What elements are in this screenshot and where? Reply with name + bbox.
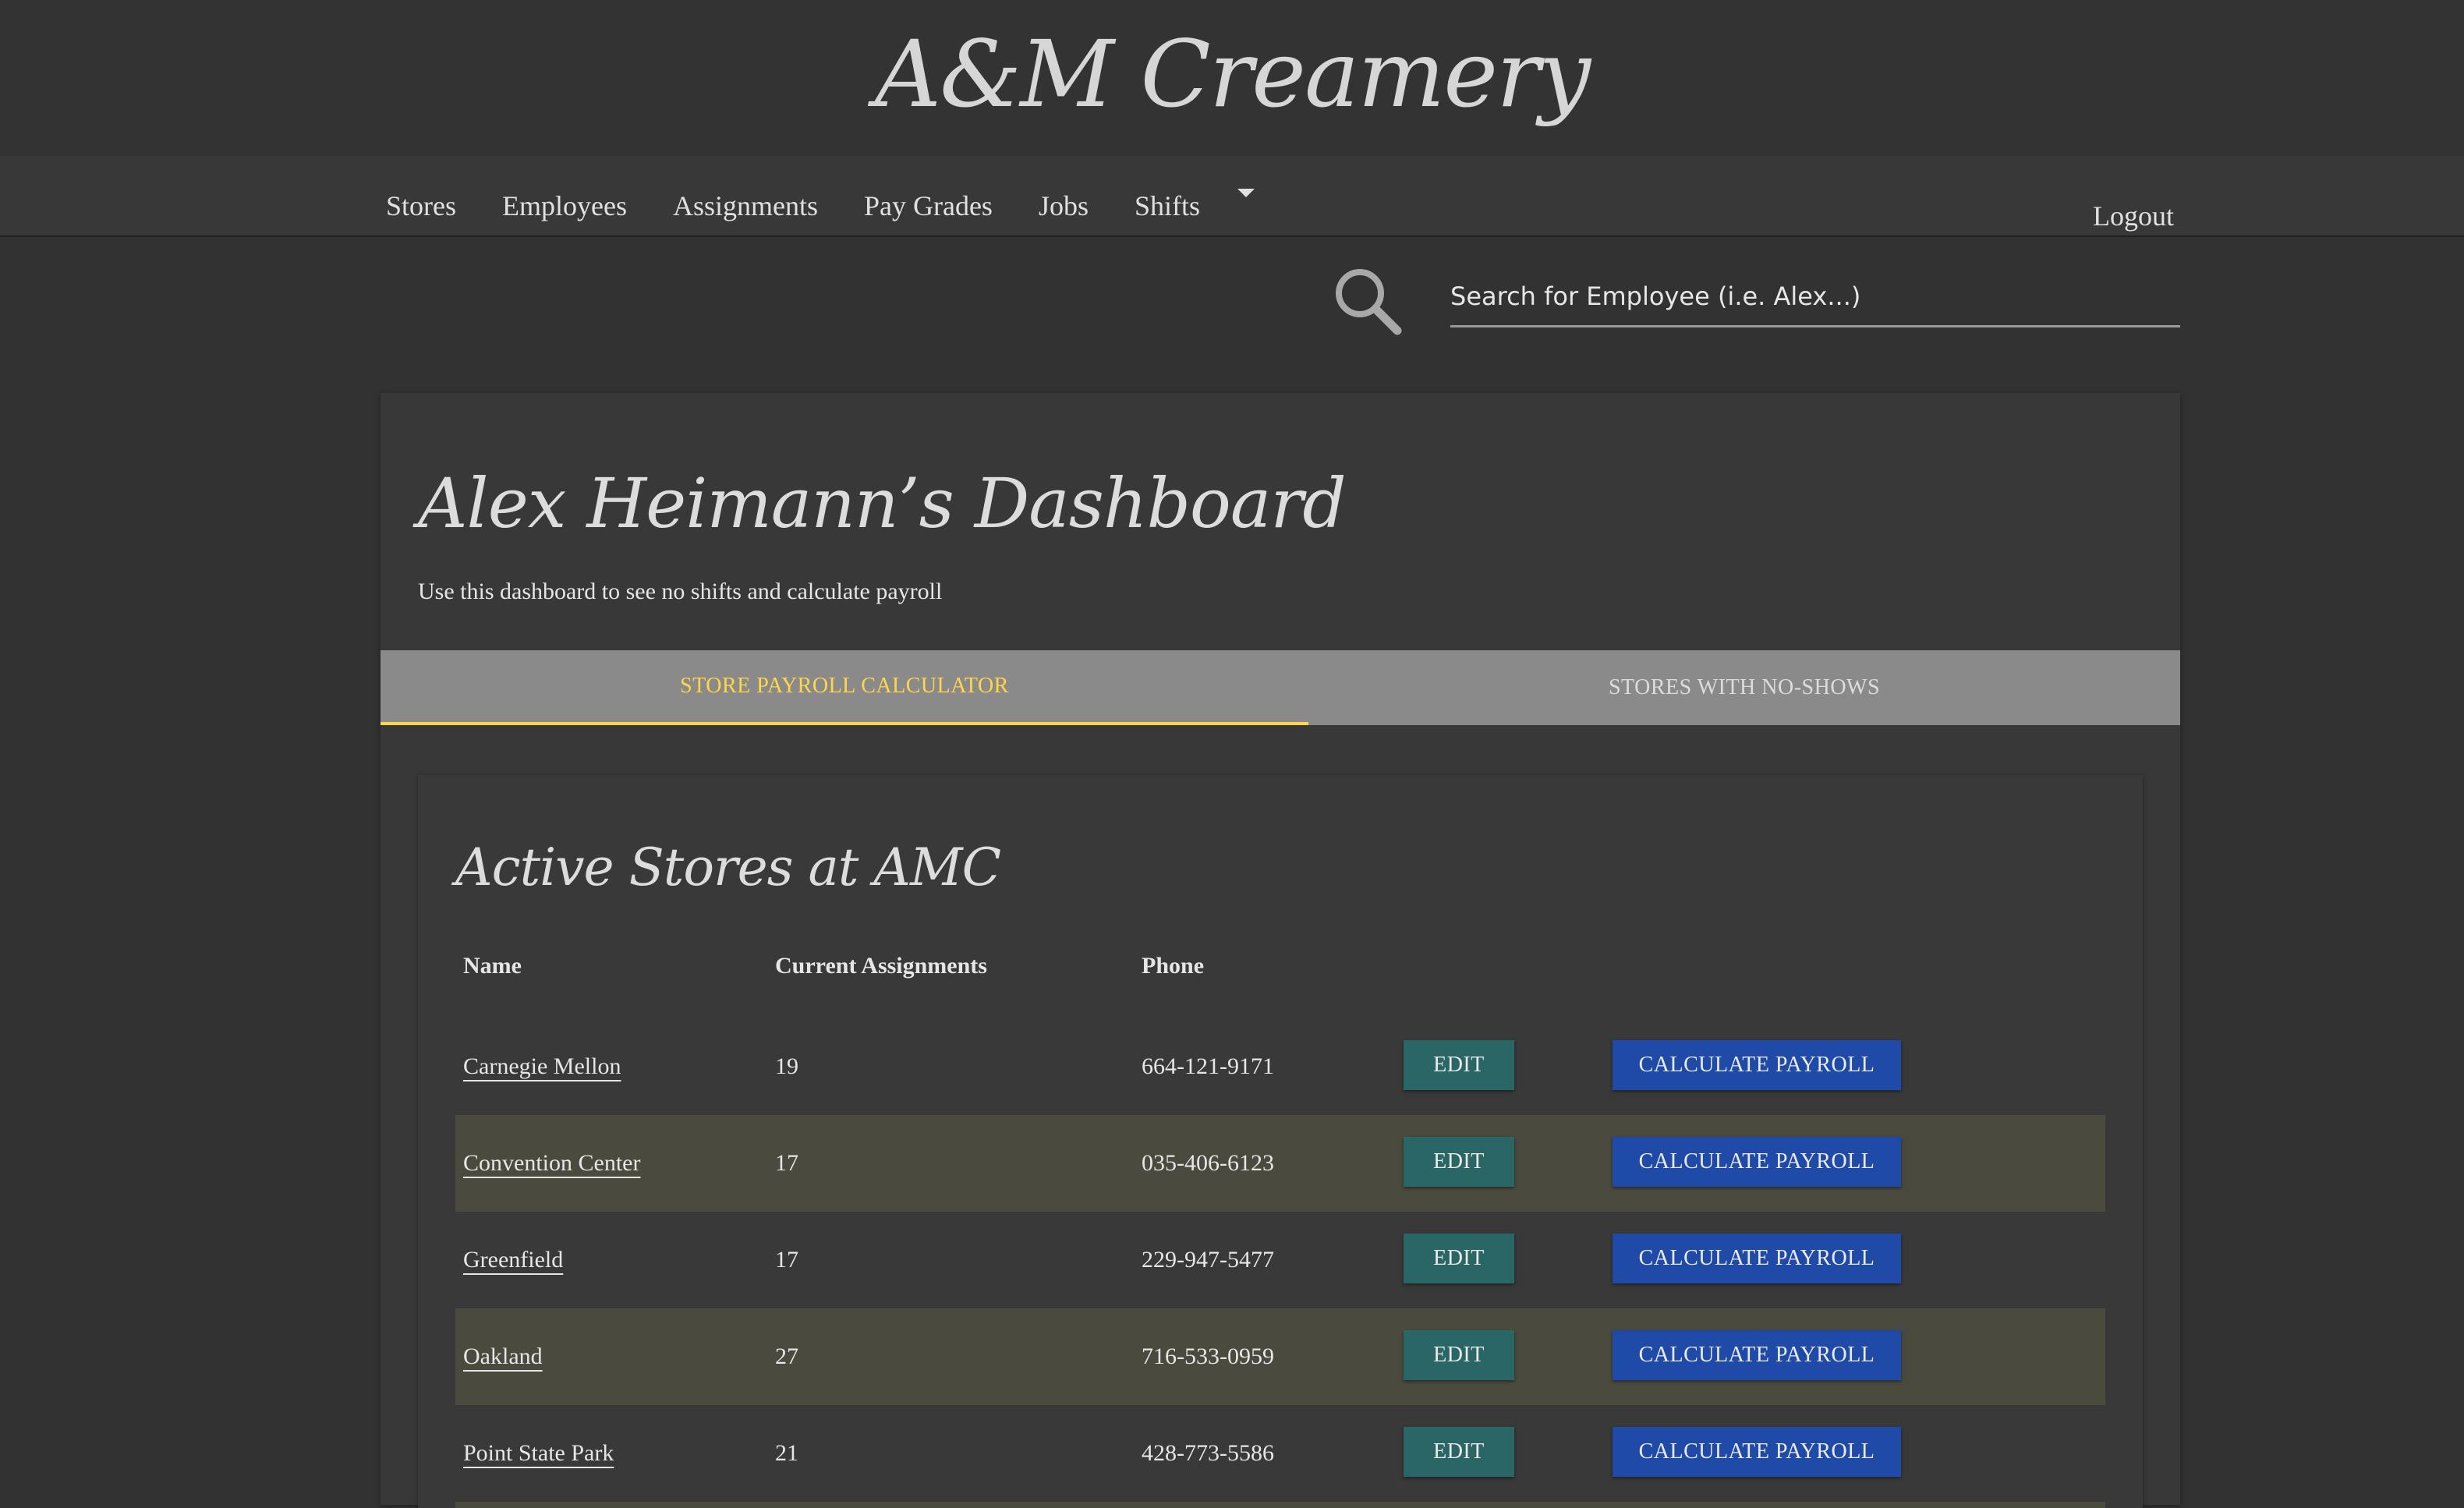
calculate-payroll-button[interactable]: CALCULATE PAYROLL: [1613, 1427, 1901, 1477]
employee-search-input[interactable]: [1450, 267, 2180, 327]
store-phone: 229-947-5477: [1142, 1247, 1274, 1273]
nav-item-pay-grades[interactable]: Pay Grades: [864, 169, 993, 222]
tab-stores-with-no-shows[interactable]: STORES WITH NO-SHOWS: [1308, 650, 2180, 725]
site-header: A&M Creamery: [0, 0, 2464, 156]
page-subtitle: Use this dashboard to see no shifts and …: [418, 579, 943, 604]
assignments-count: 19: [775, 1053, 798, 1079]
column-header-assignments: Current Assignments: [775, 953, 987, 979]
assignments-count: 17: [775, 1150, 798, 1176]
assignments-count: 17: [775, 1247, 798, 1273]
store-phone: 664-121-9171: [1142, 1053, 1274, 1079]
nav-links: Stores Employees Assignments Pay Grades …: [386, 156, 1255, 235]
table-row: Oakland 27 716-533-0959 EDIT CALCULATE P…: [455, 1308, 2105, 1405]
nav-item-stores[interactable]: Stores: [386, 169, 456, 222]
navbar: Stores Employees Assignments Pay Grades …: [0, 156, 2464, 237]
store-name-link[interactable]: Greenfield: [463, 1247, 563, 1273]
tab-store-payroll-calculator[interactable]: STORE PAYROLL CALCULATOR: [381, 650, 1308, 725]
edit-button[interactable]: EDIT: [1404, 1330, 1514, 1380]
edit-button[interactable]: EDIT: [1404, 1137, 1514, 1187]
assignments-count: 27: [775, 1343, 798, 1369]
edit-button[interactable]: EDIT: [1404, 1427, 1514, 1477]
column-header-name: Name: [463, 953, 522, 979]
calculate-payroll-button[interactable]: CALCULATE PAYROLL: [1613, 1137, 1901, 1187]
edit-button[interactable]: EDIT: [1404, 1040, 1514, 1090]
column-header-phone: Phone: [1142, 953, 1205, 979]
store-name-link[interactable]: Carnegie Mellon: [463, 1053, 621, 1080]
search-icon[interactable]: [1332, 265, 1404, 337]
edit-button[interactable]: EDIT: [1404, 1234, 1514, 1283]
nav-item-assignments[interactable]: Assignments: [673, 169, 818, 222]
table-row: Carnegie Mellon 19 664-121-9171 EDIT CAL…: [455, 1018, 2105, 1115]
calculate-payroll-button[interactable]: CALCULATE PAYROLL: [1613, 1330, 1901, 1380]
calculate-payroll-button[interactable]: CALCULATE PAYROLL: [1613, 1040, 1901, 1090]
table-row: Convention Center 17 035-406-6123 EDIT C…: [455, 1115, 2105, 1212]
store-phone: 035-406-6123: [1142, 1150, 1274, 1176]
table-row: Point State Park 21 428-773-5586 EDIT CA…: [455, 1405, 2105, 1502]
tab-bar: STORE PAYROLL CALCULATOR STORES WITH NO-…: [381, 650, 2180, 725]
nav-item-shifts[interactable]: Shifts: [1135, 169, 1200, 222]
calculate-payroll-button[interactable]: CALCULATE PAYROLL: [1613, 1234, 1901, 1283]
table-row: [455, 1502, 2105, 1508]
nav-item-jobs[interactable]: Jobs: [1039, 169, 1089, 222]
store-name-link[interactable]: Oakland: [463, 1343, 543, 1370]
store-phone: 428-773-5586: [1142, 1440, 1274, 1466]
section-title: Active Stores at AMC: [455, 837, 1001, 897]
store-name-link[interactable]: Convention Center: [463, 1150, 640, 1177]
nav-item-employees[interactable]: Employees: [502, 169, 627, 222]
active-stores-card: Active Stores at AMC Name Current Assign…: [418, 775, 2143, 1508]
store-phone: 716-533-0959: [1142, 1343, 1274, 1369]
page-title: Alex Heimann’s Dashboard: [418, 463, 1347, 543]
dashboard-card: Alex Heimann’s Dashboard Use this dashbo…: [381, 393, 2180, 1508]
assignments-count: 21: [775, 1440, 798, 1466]
logout-link[interactable]: Logout: [2093, 156, 2174, 256]
store-name-link[interactable]: Point State Park: [463, 1440, 614, 1467]
caret-down-icon[interactable]: [1237, 188, 1255, 197]
table-row: Greenfield 17 229-947-5477 EDIT CALCULAT…: [455, 1212, 2105, 1308]
brand-logo[interactable]: A&M Creamery: [875, 20, 1591, 128]
